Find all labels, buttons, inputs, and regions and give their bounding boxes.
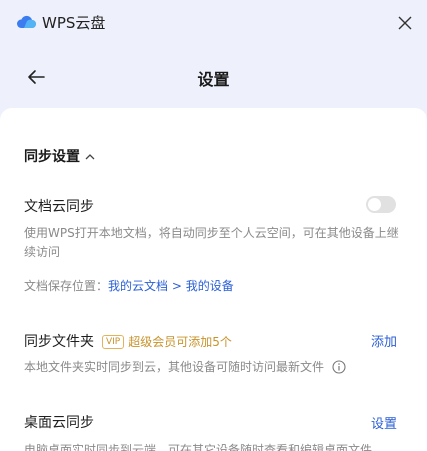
section-title: 同步设置 — [24, 149, 80, 165]
add-sync-folder-button[interactable]: 添加 — [371, 331, 397, 350]
doc-cloud-sync-title: 文档云同步 — [24, 199, 94, 215]
doc-cloud-sync-description: 使用WPS打开本地文档，将自动同步至个人云空间，可在其他设备上继续访问 — [24, 226, 399, 259]
sync-folder-title: 同步文件夹 — [24, 334, 94, 350]
desktop-sync-settings-button[interactable]: 设置 — [371, 413, 397, 432]
save-location-label: 文档保存位置： — [24, 279, 109, 293]
app-title: WPS云盘 — [42, 14, 106, 32]
settings-card: 同步设置 文档云同步 使用WPS打开本地文档，将自动同步至个人云空间，可在其他设… — [0, 108, 427, 451]
cloud-icon — [16, 15, 36, 28]
page-title: 设置 — [197, 70, 230, 89]
sync-folder-row: 同步文件夹 VIP 超级会员可添加5个 — [24, 331, 232, 351]
title-bar: WPS云盘 — [0, 0, 427, 46]
chevron-up-icon — [85, 153, 95, 159]
save-location: 文档保存位置：我的云文档 > 我的设备 — [24, 277, 234, 296]
vip-badge: VIP — [102, 335, 125, 349]
sync-folder-description: 本地文件夹实时同步到云，其他设备可随时访问最新文件 — [24, 360, 325, 374]
desktop-sync-description: 电脑桌面实时同步到云端，可在其它设备随时查看和编辑桌面文件 — [24, 443, 373, 451]
sync-folder-description-row: 本地文件夹实时同步到云，其他设备可随时访问最新文件 — [24, 358, 346, 377]
page-header: 设置 — [0, 46, 427, 108]
info-icon[interactable] — [332, 360, 346, 374]
desktop-sync-title: 桌面云同步 — [24, 415, 94, 431]
section-header-sync[interactable]: 同步设置 — [24, 146, 95, 166]
toggle-knob — [368, 198, 381, 211]
save-location-link[interactable]: 我的云文档 > 我的设备 — [108, 279, 234, 293]
vip-upgrade-text: 超级会员可添加5个 — [128, 335, 232, 349]
close-icon[interactable] — [396, 14, 414, 32]
doc-cloud-sync-toggle[interactable] — [366, 196, 396, 213]
